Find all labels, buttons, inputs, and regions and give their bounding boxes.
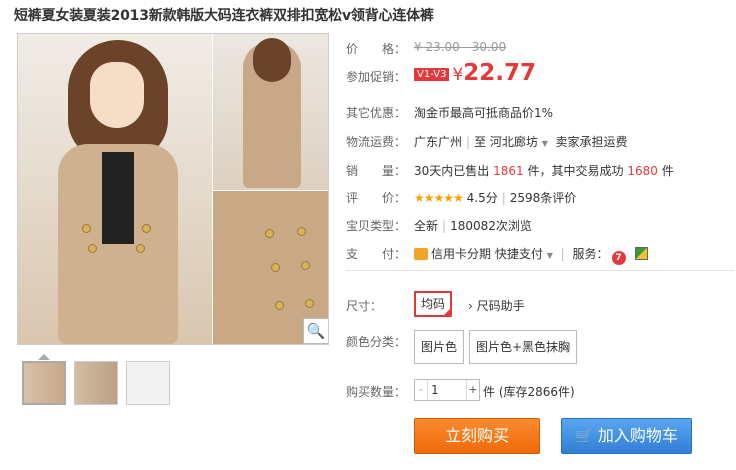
- ship-to-select[interactable]: 河北廊坊 ▼: [490, 135, 548, 149]
- size-option-selected[interactable]: 均码: [414, 291, 453, 317]
- sales-mid: 件，其中交易成功: [527, 164, 624, 178]
- ship-from: 广东广州: [414, 135, 463, 149]
- color-option-1[interactable]: 图片色: [414, 330, 465, 364]
- ship-to: 河北廊坊: [489, 135, 538, 149]
- promo-label: 参加促销：: [346, 70, 407, 84]
- size-helper-label: 尺码助手: [476, 299, 525, 313]
- ship-note: 卖家承担运费: [555, 135, 628, 149]
- promo-price: 22.77: [463, 60, 537, 86]
- quantity-minus-button[interactable]: -: [415, 380, 427, 400]
- thumbnail-3[interactable]: [126, 361, 170, 405]
- selected-check-icon: [443, 308, 452, 316]
- photo-model-front: [18, 34, 212, 344]
- cart-icon: 🛒: [575, 427, 594, 445]
- sales-prefix: 30天内已售出: [414, 164, 490, 178]
- stock-text: 件 (库存2866件): [483, 385, 575, 399]
- size-label: 尺寸：: [346, 299, 383, 313]
- sales-success: 1680: [627, 164, 658, 178]
- promo-currency: ¥: [452, 65, 464, 85]
- chevron-down-icon[interactable]: ▼: [547, 251, 553, 260]
- sales-label: 销 量：: [346, 164, 407, 178]
- color-label: 颜色分类：: [346, 335, 407, 349]
- shipping-label: 物流运费：: [346, 135, 407, 149]
- thumbnail-2[interactable]: [74, 361, 118, 405]
- ship-to-prefix: 至: [474, 135, 487, 149]
- quantity-label: 购买数量：: [346, 385, 407, 399]
- sales-sold: 1861: [493, 164, 524, 178]
- type-label: 宝贝类型：: [346, 219, 407, 233]
- buy-now-button[interactable]: 立刻购买: [414, 418, 540, 454]
- add-to-cart-label: 加入购物车: [597, 426, 678, 445]
- pay-credit[interactable]: 信用卡分期: [431, 247, 491, 261]
- quantity-stepper: - +: [414, 379, 480, 401]
- ship-sep: |: [466, 135, 471, 149]
- magnifier-icon[interactable]: 🔍: [303, 318, 328, 344]
- credit-card-icon: [414, 248, 428, 260]
- seven-day-return-icon[interactable]: 7: [611, 251, 626, 265]
- other-text: 淘金币最高可抵商品价1%: [414, 106, 554, 120]
- thumbnail-selected-arrow: [38, 354, 50, 360]
- thumbnail-1[interactable]: [22, 361, 66, 405]
- photo-model-side: [212, 34, 328, 190]
- rating-label: 评 价：: [346, 191, 407, 205]
- payment-label: 支 付：: [346, 247, 407, 261]
- quantity-input[interactable]: [427, 380, 467, 400]
- size-option-label: 均码: [421, 297, 446, 311]
- type-condition: 全新: [414, 219, 439, 233]
- chevron-right-icon: ›: [468, 299, 473, 313]
- chevron-down-icon: ▼: [541, 139, 548, 148]
- product-title: 短裤夏女装夏装2013新款韩版大码连衣裤双排扣宽松v领背心连体裤: [14, 8, 434, 24]
- service-label: 服务：: [572, 247, 609, 261]
- buy-now-label: 立刻购买: [444, 426, 509, 445]
- service-badge-icon[interactable]: [634, 247, 648, 260]
- main-product-image[interactable]: 🔍: [17, 33, 329, 345]
- type-sep: |: [442, 219, 447, 233]
- add-to-cart-button[interactable]: 🛒 加入购物车: [561, 418, 692, 454]
- promo-badge: V1-V3: [414, 68, 450, 81]
- rating-reviews[interactable]: 2598条评价: [510, 191, 577, 205]
- other-label: 其它优惠：: [346, 106, 407, 120]
- divider: [346, 270, 734, 271]
- pay-quick[interactable]: 快捷支付: [495, 247, 543, 261]
- rating-score: 4.5分: [466, 191, 498, 205]
- quantity-plus-button[interactable]: +: [467, 380, 479, 400]
- original-price: ¥ 23.00 - 30.00: [414, 40, 507, 54]
- color-option-2[interactable]: 图片色+黑色抹胸: [469, 330, 578, 364]
- rating-stars: ★★★★★: [414, 191, 464, 205]
- price-label: 价 格：: [346, 42, 407, 56]
- sales-suffix: 件: [661, 164, 674, 178]
- rating-sep: |: [501, 191, 506, 205]
- type-views: 180082次浏览: [450, 219, 532, 233]
- size-helper-link[interactable]: › 尺码助手: [468, 297, 525, 314]
